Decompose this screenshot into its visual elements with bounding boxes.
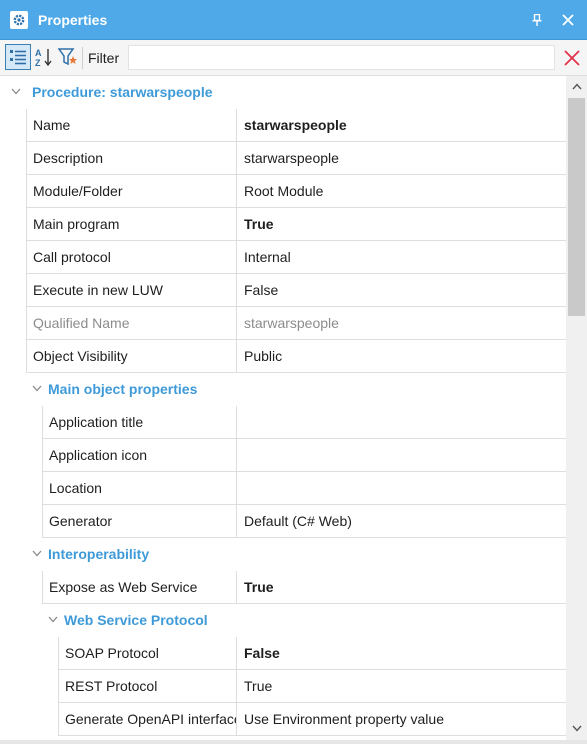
- category-main-object-properties[interactable]: Main object properties: [0, 373, 566, 406]
- property-row[interactable]: SOAP Protocol False: [0, 637, 566, 670]
- property-name: SOAP Protocol: [58, 637, 236, 670]
- property-name: Call protocol: [26, 241, 236, 274]
- property-row[interactable]: Name starwarspeople: [0, 109, 566, 142]
- property-name: Name: [26, 109, 236, 142]
- filter-input[interactable]: [128, 45, 555, 70]
- property-name: Description: [26, 142, 236, 175]
- property-value[interactable]: Root Module: [236, 175, 566, 208]
- property-value[interactable]: Public: [236, 340, 566, 373]
- window-title: Properties: [38, 11, 108, 28]
- category-label: Main object properties: [48, 381, 198, 397]
- close-icon[interactable]: [559, 11, 577, 29]
- property-value[interactable]: True: [236, 208, 566, 241]
- property-name: Module/Folder: [26, 175, 236, 208]
- property-name: Execute in new LUW: [26, 274, 236, 307]
- scrollbar-thumb[interactable]: [568, 98, 585, 316]
- property-row[interactable]: Qualified Name starwarspeople: [0, 307, 566, 340]
- chevron-up-icon[interactable]: [566, 78, 587, 94]
- pin-icon[interactable]: [528, 11, 546, 29]
- property-row[interactable]: REST Protocol True: [0, 670, 566, 703]
- toolbar: A Z Filter: [0, 40, 587, 76]
- filter-funnel-icon[interactable]: [55, 44, 81, 70]
- property-row[interactable]: Main program True: [0, 208, 566, 241]
- property-row[interactable]: Application title: [0, 406, 566, 439]
- property-value[interactable]: starwarspeople: [236, 109, 566, 142]
- chevron-down-icon[interactable]: [11, 88, 21, 95]
- sort-alphabetical-icon[interactable]: A Z: [31, 44, 57, 70]
- property-row[interactable]: Expose as Web Service True: [0, 571, 566, 604]
- chevron-down-icon[interactable]: [32, 385, 42, 392]
- property-row[interactable]: Description starwarspeople: [0, 142, 566, 175]
- category-label: Web Service Protocol: [64, 612, 208, 628]
- property-value[interactable]: Default (C# Web): [236, 505, 566, 538]
- property-value[interactable]: False: [236, 637, 566, 670]
- property-row[interactable]: Execute in new LUW False: [0, 274, 566, 307]
- property-row[interactable]: Generate OpenAPI interface Use Environme…: [0, 703, 566, 736]
- toolbar-separator: [82, 47, 83, 69]
- property-row[interactable]: Application icon: [0, 439, 566, 472]
- property-value[interactable]: [236, 439, 566, 472]
- property-row[interactable]: Module/Folder Root Module: [0, 175, 566, 208]
- property-value[interactable]: [236, 472, 566, 505]
- category-label: Interoperability: [48, 546, 150, 562]
- property-name: Generate OpenAPI interface: [58, 703, 236, 736]
- svg-text:Z: Z: [35, 58, 41, 67]
- property-name: Location: [42, 472, 236, 505]
- property-name: Application icon: [42, 439, 236, 472]
- svg-text:A: A: [35, 48, 42, 58]
- category-label: Procedure: starwarspeople: [32, 84, 213, 100]
- property-name: REST Protocol: [58, 670, 236, 703]
- property-row[interactable]: Object Visibility Public: [0, 340, 566, 373]
- chevron-down-icon[interactable]: [48, 616, 58, 623]
- category-web-service-protocol[interactable]: Web Service Protocol: [0, 604, 566, 637]
- property-row[interactable]: Call protocol Internal: [0, 241, 566, 274]
- property-grid: Procedure: starwarspeople Name starwarsp…: [0, 76, 566, 740]
- chevron-down-icon[interactable]: [566, 720, 587, 736]
- categorized-view-icon[interactable]: [5, 44, 31, 70]
- property-value: starwarspeople: [236, 307, 566, 340]
- property-value[interactable]: [236, 406, 566, 439]
- category-procedure[interactable]: Procedure: starwarspeople: [0, 76, 566, 109]
- clear-x-icon[interactable]: [560, 46, 584, 70]
- property-name: Qualified Name: [26, 307, 236, 340]
- chevron-down-icon[interactable]: [32, 550, 42, 557]
- bottom-edge: [0, 740, 587, 744]
- filter-label: Filter: [88, 50, 120, 66]
- property-value[interactable]: Internal: [236, 241, 566, 274]
- property-value[interactable]: True: [236, 670, 566, 703]
- property-row[interactable]: Location: [0, 472, 566, 505]
- property-value[interactable]: True: [236, 571, 566, 604]
- property-value[interactable]: Use Environment property value: [236, 703, 566, 736]
- property-name: Main program: [26, 208, 236, 241]
- category-interoperability[interactable]: Interoperability: [0, 538, 566, 571]
- vertical-scrollbar[interactable]: [566, 76, 587, 740]
- property-row[interactable]: Generator Default (C# Web): [0, 505, 566, 538]
- property-name: Object Visibility: [26, 340, 236, 373]
- property-name: Expose as Web Service: [42, 571, 236, 604]
- property-value[interactable]: starwarspeople: [236, 142, 566, 175]
- property-name: Generator: [42, 505, 236, 538]
- property-value[interactable]: False: [236, 274, 566, 307]
- title-bar: Properties: [0, 0, 587, 40]
- property-name: Application title: [42, 406, 236, 439]
- gear-icon: [10, 10, 28, 29]
